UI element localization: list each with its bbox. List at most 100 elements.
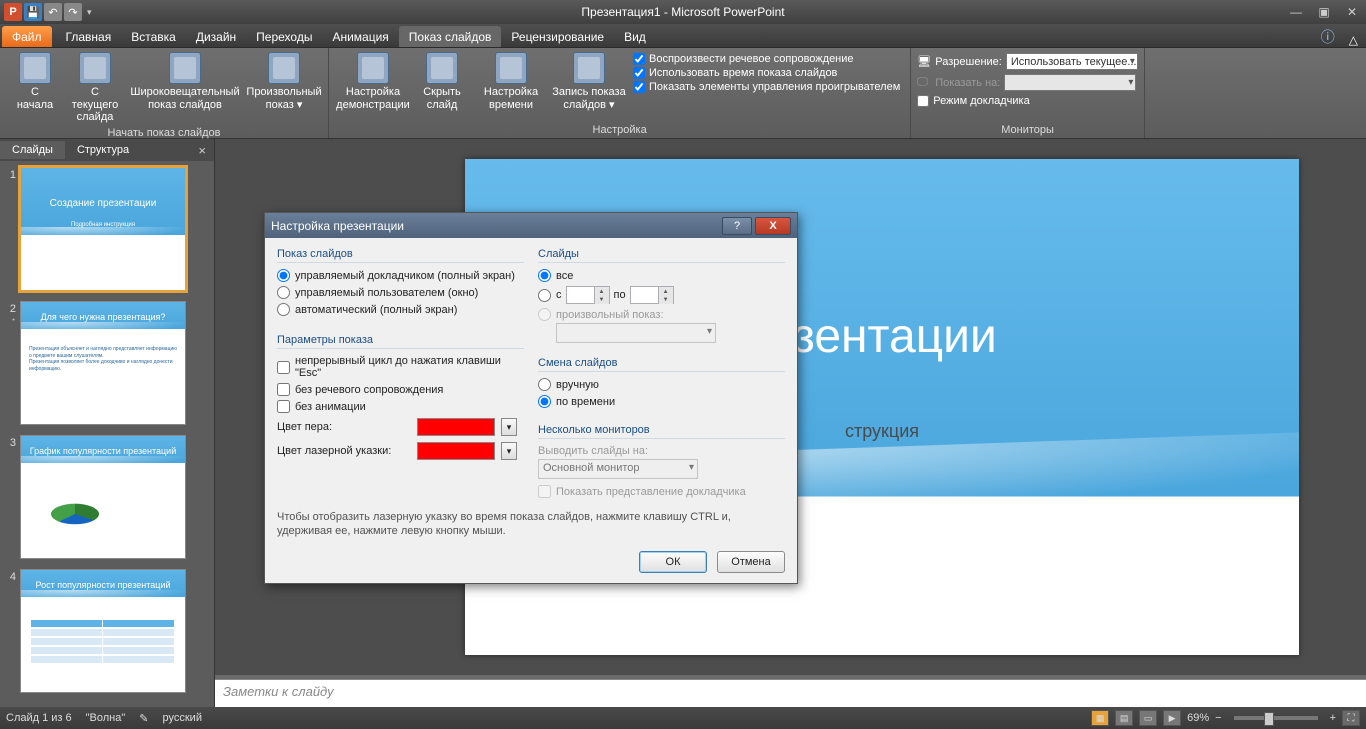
loop-until-esc-checkbox[interactable]: непрерывный цикл до нажатия клавиши "Esc… <box>277 353 524 381</box>
play-narrations-checkbox[interactable]: Воспроизвести речевое сопровождение <box>633 52 900 66</box>
from-spinner[interactable] <box>566 286 610 304</box>
custom-show-button[interactable]: Произвольный показ ▾ <box>246 50 322 113</box>
tab-slideshow[interactable]: Показ слайдов <box>399 26 502 47</box>
ok-button[interactable]: ОК <box>639 551 707 573</box>
custom-show-icon <box>268 52 300 84</box>
tab-home[interactable]: Главная <box>56 26 122 47</box>
dialog-help-button[interactable]: ? <box>722 217 752 235</box>
outline-tab[interactable]: Структура <box>65 141 141 159</box>
presenter-view-checkbox[interactable]: Режим докладчика <box>917 94 1029 108</box>
slide-thumbnail-4[interactable]: Рост популярности презентаций <box>20 569 186 693</box>
show-media-controls-checkbox[interactable]: Показать элементы управления проигрывате… <box>633 80 900 94</box>
timer-icon <box>495 52 527 84</box>
radio-presenter[interactable]: управляемый докладчиком (полный экран) <box>277 267 524 284</box>
window-controls: — ▣ ✕ <box>1282 2 1366 22</box>
radio-advance-timed[interactable]: по времени <box>538 393 785 410</box>
theme-name: "Волна" <box>86 712 126 724</box>
zoom-slider[interactable] <box>1234 716 1318 720</box>
app-icon: P <box>4 3 22 21</box>
rehearse-timings-button[interactable]: Настройка времени <box>473 50 549 113</box>
notes-pane[interactable]: Заметки к слайду <box>215 679 1366 707</box>
slide-thumbnail-2[interactable]: Для чего нужна презентация? Презентация … <box>20 301 186 425</box>
minimize-button[interactable]: — <box>1282 2 1310 22</box>
tab-transitions[interactable]: Переходы <box>246 26 322 47</box>
undo-icon[interactable]: ↶ <box>44 3 62 21</box>
close-button[interactable]: ✕ <box>1338 2 1366 22</box>
ribbon-group-start-slideshow: С начала С текущего слайда Широковещател… <box>0 48 329 138</box>
laser-color-dropdown[interactable]: ▾ <box>501 442 517 460</box>
without-narration-checkbox[interactable]: без речевого сопровождения <box>277 381 524 398</box>
ribbon-group-monitors: 🖥Разрешение:Использовать текущее... 🖵Пок… <box>911 48 1145 138</box>
tab-file[interactable]: Файл <box>2 26 52 47</box>
zoom-in-button[interactable]: + <box>1330 712 1336 724</box>
spellcheck-icon[interactable]: ✎ <box>139 712 148 725</box>
redo-icon[interactable]: ↷ <box>64 3 82 21</box>
qat-dropdown-icon[interactable]: ▾ <box>84 7 95 18</box>
display-on-combo: Основной монитор <box>538 459 698 479</box>
tab-animations[interactable]: Анимация <box>322 26 398 47</box>
radio-advance-manual[interactable]: вручную <box>538 376 785 393</box>
zoom-out-button[interactable]: − <box>1215 712 1221 724</box>
use-timings-checkbox[interactable]: Использовать время показа слайдов <box>633 66 900 80</box>
save-icon[interactable]: 💾 <box>24 3 42 21</box>
tab-design[interactable]: Дизайн <box>186 26 246 47</box>
laser-color-swatch <box>417 442 495 460</box>
to-spinner[interactable] <box>630 286 674 304</box>
resolution-label: Разрешение: <box>935 56 1002 68</box>
group-label: Настройка <box>335 123 904 138</box>
custom-show-combo <box>556 323 716 343</box>
zoom-level[interactable]: 69% <box>1187 712 1209 724</box>
slides-tab[interactable]: Слайды <box>0 141 65 159</box>
setup-show-dialog: Настройка презентации ? X Показ слайдов … <box>264 212 798 584</box>
pen-color-dropdown[interactable]: ▾ <box>501 418 517 436</box>
show-on-label: Показать на: <box>935 77 1000 89</box>
fit-to-window-button[interactable]: ⛶ <box>1342 710 1360 726</box>
tab-view[interactable]: Вид <box>614 26 656 47</box>
group-label: Мониторы <box>917 123 1138 138</box>
radio-all-slides[interactable]: все <box>538 267 785 284</box>
group-show-type: Показ слайдов <box>277 244 524 263</box>
maximize-button[interactable]: ▣ <box>1310 2 1338 22</box>
from-current-button[interactable]: С текущего слайда <box>66 50 124 126</box>
group-slides: Слайды <box>538 244 785 263</box>
ribbon-group-setup: Настройка демонстрации Скрыть слайд Наст… <box>329 48 911 138</box>
ribbon: С начала С текущего слайда Широковещател… <box>0 48 1366 139</box>
tab-review[interactable]: Рецензирование <box>501 26 614 47</box>
help-icon[interactable]: ⓘ <box>1315 27 1341 47</box>
sorter-view-button[interactable]: ▤ <box>1115 710 1133 726</box>
hide-slide-button[interactable]: Скрыть слайд <box>413 50 471 113</box>
slide-thumbnail-3[interactable]: График популярности презентаций <box>20 435 186 559</box>
from-beginning-button[interactable]: С начала <box>6 50 64 113</box>
display-on-label: Выводить слайды на: <box>538 443 785 459</box>
language-indicator[interactable]: русский <box>163 712 202 724</box>
setup-icon <box>357 52 389 84</box>
dialog-title: Настройка презентации <box>271 219 404 233</box>
record-slideshow-button[interactable]: Запись показа слайдов ▾ <box>551 50 627 113</box>
window-title: Презентация1 - Microsoft PowerPoint <box>581 5 784 19</box>
resolution-combo[interactable]: Использовать текущее... <box>1006 53 1138 70</box>
play-current-icon <box>79 52 111 84</box>
dialog-close-button[interactable]: X <box>755 217 791 235</box>
show-on-combo <box>1004 74 1136 91</box>
cancel-button[interactable]: Отмена <box>717 551 785 573</box>
title-bar: P 💾 ↶ ↷ ▾ Презентация1 - Microsoft Power… <box>0 0 1366 24</box>
slide-counter: Слайд 1 из 6 <box>6 712 72 724</box>
setup-slideshow-button[interactable]: Настройка демонстрации <box>335 50 411 113</box>
thumbnails-list[interactable]: 1 Создание презентации Подробная инструк… <box>0 161 214 707</box>
panel-close-icon[interactable]: × <box>190 143 214 158</box>
ribbon-minimize-icon[interactable]: △ <box>1341 33 1366 47</box>
dialog-titlebar[interactable]: Настройка презентации ? X <box>265 213 797 238</box>
show-presenter-view-checkbox: Показать представление докладчика <box>538 483 785 500</box>
slide-thumbnail-1[interactable]: Создание презентации Подробная инструкци… <box>20 167 186 291</box>
slideshow-view-button[interactable]: ▶ <box>1163 710 1181 726</box>
record-icon <box>573 52 605 84</box>
radio-browsed-individual[interactable]: управляемый пользователем (окно) <box>277 284 524 301</box>
radio-from-to[interactable]: с <box>538 289 562 302</box>
reading-view-button[interactable]: ▭ <box>1139 710 1157 726</box>
tab-insert[interactable]: Вставка <box>121 26 186 47</box>
radio-kiosk[interactable]: автоматический (полный экран) <box>277 301 524 318</box>
broadcast-button[interactable]: Широковещательный показ слайдов <box>126 50 244 113</box>
pie-chart-icon <box>51 504 99 525</box>
normal-view-button[interactable]: ▦ <box>1091 710 1109 726</box>
without-animation-checkbox[interactable]: без анимации <box>277 398 524 415</box>
